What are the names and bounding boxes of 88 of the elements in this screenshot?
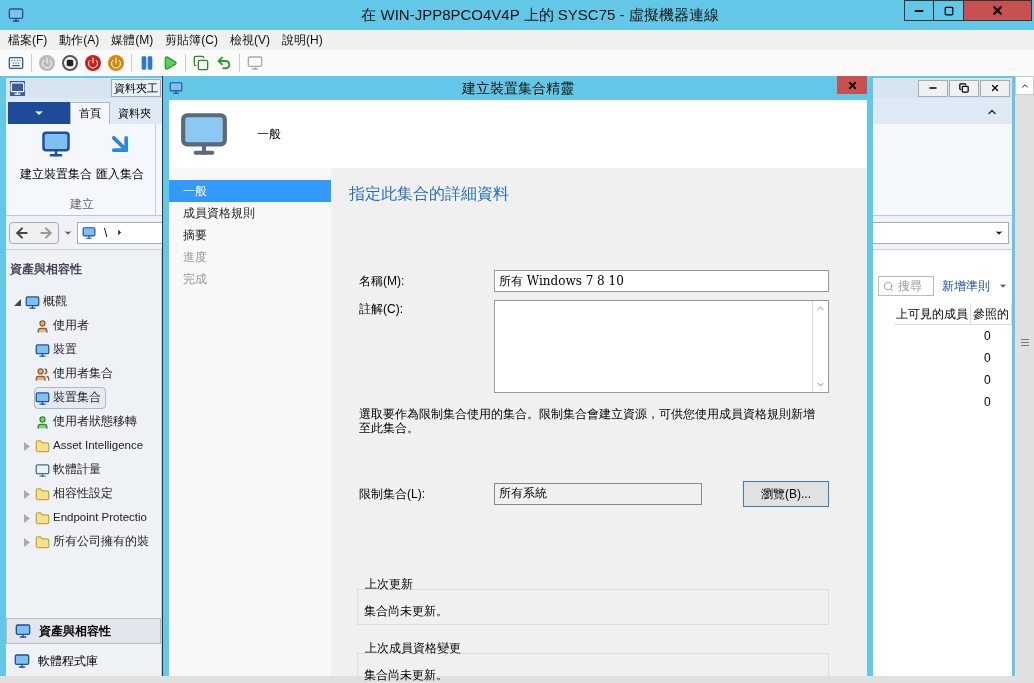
tree-item[interactable]: 概觀 (24, 291, 72, 313)
stop-icon[interactable] (62, 55, 78, 71)
wizard-step[interactable]: 成員資格規則 (169, 202, 331, 224)
restore-button[interactable] (949, 79, 979, 97)
scrollbar[interactable] (1015, 76, 1034, 676)
table-cell-text: 0 (984, 328, 991, 345)
menu-item[interactable]: 檔案(F) (8, 31, 48, 49)
power-icon[interactable] (108, 55, 124, 71)
browse-button[interactable]: 瀏覽(B)... (743, 481, 829, 507)
path-separator: \ (104, 224, 108, 242)
folder-icon (35, 510, 50, 526)
ribbon-tab[interactable]: 首頁 (70, 102, 110, 124)
expanded-arrow-icon[interactable] (13, 298, 21, 306)
ribbon-tab[interactable]: 資料夾 (110, 102, 159, 124)
column-header[interactable]: 上可見的成員 (894, 303, 971, 324)
grip-icon[interactable] (1020, 339, 1029, 346)
users-icon (35, 366, 50, 382)
group-title: 上次更新 (364, 577, 413, 591)
close-icon (990, 83, 1000, 93)
power-icon[interactable] (85, 55, 101, 71)
menu-item[interactable]: 說明(H) (282, 31, 323, 49)
tree-item[interactable]: 相容性設定 (34, 483, 118, 505)
field-label: 註解(C): (358, 301, 404, 318)
close-button[interactable] (980, 79, 1010, 97)
maximize-button[interactable] (934, 0, 964, 21)
pause-icon[interactable] (139, 55, 155, 71)
user-icon (35, 414, 50, 430)
wizard-icon (169, 81, 183, 95)
add-criteria-link[interactable]: 新增準則 (942, 277, 990, 295)
back-arrow-icon (14, 224, 30, 241)
table-cell-text: 0 (984, 394, 991, 411)
close-icon (991, 4, 1004, 17)
undo-icon[interactable] (216, 55, 232, 71)
pane-title: 資產與相容性 (9, 261, 83, 278)
close-icon (846, 79, 858, 91)
limit-field[interactable]: 所有系統 (494, 483, 702, 505)
group-title: 上次成員資格變更 (364, 641, 461, 655)
field-label: 限制集合(L): (358, 486, 426, 503)
minimize-button[interactable] (904, 0, 934, 21)
monitor-icon (35, 390, 50, 406)
menu-item[interactable]: 媒體(M) (111, 31, 154, 49)
tree-item[interactable]: 使用者 (34, 315, 94, 337)
group-text: 集合尚未更新。 (364, 668, 448, 682)
group-text: 集合尚未更新。 (364, 604, 448, 618)
tree-item[interactable]: Endpoint Protectio (34, 507, 152, 529)
search-icon (883, 280, 894, 292)
minimize-button[interactable] (918, 79, 948, 97)
field-label: 名稱(M): (358, 273, 406, 290)
tree-item[interactable]: 使用者狀態移轉 (34, 411, 142, 433)
play-icon[interactable] (162, 55, 178, 71)
menu-item[interactable]: 檢視(V) (230, 31, 270, 49)
description-text: 選取要作為限制集合使用的集合。限制集合會建立資源，可供您使用成員資格規則新增至此集合。 (358, 407, 816, 435)
wizard-header: 一般 (257, 126, 281, 143)
window-title: 在 WIN-JPP8PCO4V4P 上的 SYSC75 - 虛擬機器連線 (360, 4, 720, 25)
monitor-icon (8, 7, 24, 23)
console-icon (10, 80, 25, 96)
monitor-icon (25, 294, 40, 310)
name-field[interactable]: 所有 Windows 7 8 10 (494, 270, 829, 292)
ribbon-button[interactable]: 建立裝置集合 (19, 129, 92, 195)
snapshot-icon[interactable] (193, 55, 209, 71)
tree-item[interactable]: 裝置集合 (34, 387, 106, 409)
restore-icon (959, 83, 969, 93)
maximize-icon (943, 5, 954, 16)
monitor-icon (35, 342, 50, 358)
folder-icon (35, 438, 50, 454)
workspace-button[interactable]: 資產與相容性 (6, 618, 161, 644)
ribbon-button[interactable]: 匯入集合 (95, 129, 144, 195)
folder-icon (35, 534, 50, 550)
monitor-icon[interactable] (247, 55, 263, 71)
page-heading: 指定此集合的詳細資料 (349, 184, 510, 204)
tree-item[interactable]: 裝置 (34, 339, 82, 361)
table-cell-text: 0 (984, 350, 991, 367)
menu-item[interactable]: 動作(A) (59, 31, 100, 49)
dialog-title: 建立裝置集合精靈 (461, 78, 575, 98)
tree-item[interactable]: Asset Intelligence (34, 435, 149, 457)
tree-item[interactable]: 軟體計量 (34, 459, 106, 481)
workspace-button[interactable]: 軟體程式庫 (6, 648, 161, 674)
tree-item[interactable]: 所有公司擁有的裝 (34, 531, 154, 553)
folder-icon (35, 486, 50, 502)
wizard-step[interactable]: 摘要 (169, 224, 331, 246)
user-icon (35, 318, 50, 334)
menu-item[interactable]: 剪貼簿(C) (165, 31, 218, 49)
forward-arrow-icon (38, 224, 54, 241)
keyboard-icon[interactable] (8, 55, 24, 71)
column-header[interactable]: 參照的 (971, 303, 1012, 324)
group-label: 建立 (68, 196, 95, 213)
table-cell-text: 0 (984, 372, 991, 389)
tree-item[interactable]: 使用者集合 (34, 363, 118, 385)
